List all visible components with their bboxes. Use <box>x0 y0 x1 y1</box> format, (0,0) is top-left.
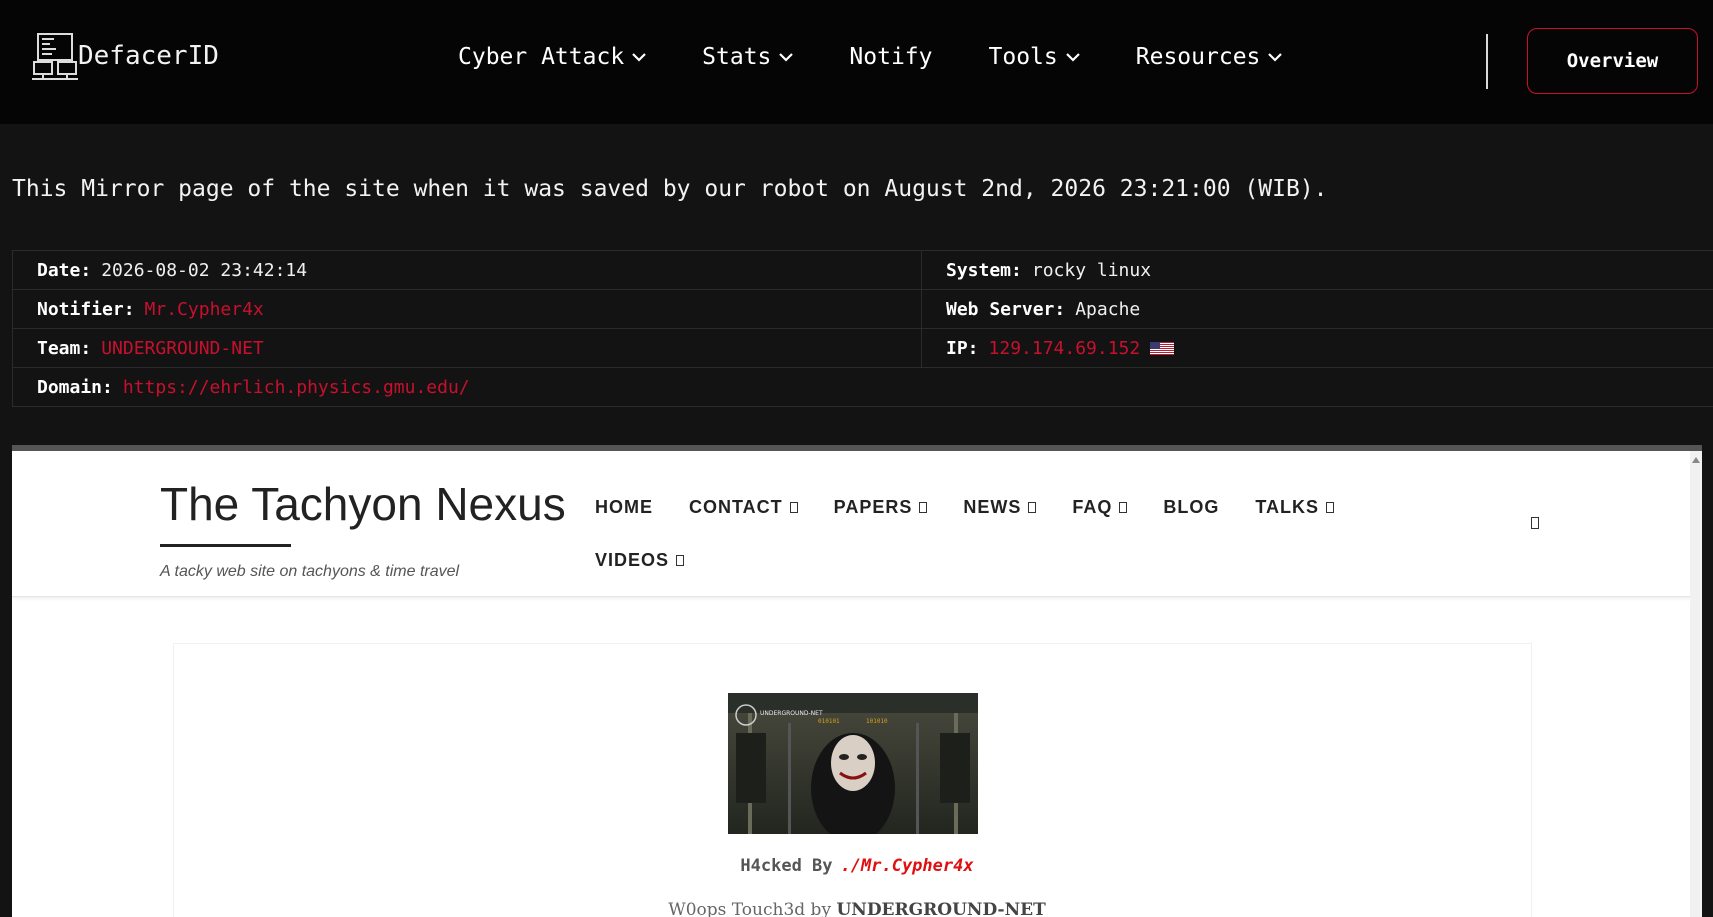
brand-logo-link[interactable]: DefacerID <box>32 32 219 80</box>
mirror-nav-label: HOME <box>595 497 653 517</box>
mirror-nav-talks[interactable]: TALKS <box>1255 497 1335 518</box>
system-value: rocky linux <box>1031 259 1152 281</box>
mirror-nav-news[interactable]: NEWS <box>963 497 1037 518</box>
hacked-by-prefix: H4cked By <box>740 856 833 876</box>
hacker-mask-image: UNDERGROUND-NET 010101 101010 <box>728 693 978 834</box>
deface-info-table: Date: 2026-08-02 23:42:14 System: rocky … <box>12 250 1713 407</box>
svg-text:UNDERGROUND-NET: UNDERGROUND-NET <box>760 710 823 717</box>
info-webserver: Web Server: Apache <box>921 290 1713 328</box>
mirror-nav-home[interactable]: HOME <box>595 497 653 518</box>
nav-item-resources[interactable]: Resources <box>1136 44 1283 70</box>
info-ip: IP: 129.174.69.152 <box>921 329 1713 367</box>
chevron-down-icon <box>632 52 646 62</box>
mirror-nav-label: BLOG <box>1163 497 1220 517</box>
mirror-site-header: The Tachyon Nexus A tacky web site on ta… <box>12 451 1702 597</box>
info-row: Domain: https://ehrlich.physics.gmu.edu/ <box>12 368 1713 407</box>
title-underline <box>160 544 291 547</box>
nav-item-label: Notify <box>849 44 933 70</box>
us-flag-icon <box>1150 341 1175 355</box>
notifier-label: Notifier: <box>37 298 135 320</box>
domain-label: Domain: <box>37 376 113 398</box>
mirror-site-title[interactable]: The Tachyon Nexus <box>160 477 566 531</box>
nav-divider <box>1486 34 1488 89</box>
mirror-nav-label: PAPERS <box>833 497 913 517</box>
mirror-nav-contact[interactable]: CONTACT <box>689 497 798 518</box>
webserver-label: Web Server: <box>946 298 1066 320</box>
svg-text:010101: 010101 <box>818 718 840 725</box>
info-domain: Domain: https://ehrlich.physics.gmu.edu/ <box>12 368 1713 406</box>
nav-item-cyber-attack[interactable]: Cyber Attack <box>458 44 646 70</box>
dropdown-glyph-icon <box>1028 502 1037 513</box>
mirror-nav-row: HOME CONTACT PAPERS NEWS FAQ BLOG TALKS <box>595 481 1395 534</box>
info-row: Date: 2026-08-02 23:42:14 System: rocky … <box>12 251 1713 290</box>
woops-prefix: W0ops Touch3d by <box>668 900 832 917</box>
mirror-nav-row: VIDEOS <box>595 534 1395 587</box>
chevron-down-icon <box>1065 52 1080 62</box>
mirror-nav-label: FAQ <box>1072 497 1113 517</box>
info-date: Date: 2026-08-02 23:42:14 <box>12 251 921 289</box>
notifier-link[interactable]: Mr.Cypher4x <box>145 299 264 320</box>
mirror-site-tagline: A tacky web site on tachyons & time trav… <box>160 563 460 580</box>
nav-item-label: Stats <box>702 44 772 70</box>
dropdown-glyph-icon <box>789 502 798 513</box>
mirror-site-nav: HOME CONTACT PAPERS NEWS FAQ BLOG TALKS VIDEOS <box>595 481 1395 587</box>
info-row: Notifier: Mr.Cypher4x Web Server: Apache <box>12 290 1713 329</box>
ip-label: IP: <box>946 337 979 359</box>
nav-item-tools[interactable]: Tools <box>989 44 1080 70</box>
main-menu: Cyber Attack Stats Notify Tools Resources <box>458 44 1338 70</box>
date-label: Date: <box>37 259 92 281</box>
nav-item-label: Tools <box>988 44 1058 70</box>
chevron-down-icon <box>779 52 794 62</box>
server-logo-icon <box>32 33 78 80</box>
ip-link[interactable]: 129.174.69.152 <box>989 338 1141 359</box>
top-navbar: DefacerID Cyber Attack Stats Notify Tools Re… <box>0 0 1713 124</box>
dropdown-glyph-icon <box>1326 502 1335 513</box>
info-row: Team: UNDERGROUND-NET IP: 129.174.69.152 <box>12 329 1713 368</box>
mirror-nav-label: TALKS <box>1255 497 1320 517</box>
nav-item-notify[interactable]: Notify <box>849 44 932 70</box>
domain-link[interactable]: https://ehrlich.physics.gmu.edu/ <box>123 377 470 398</box>
nav-item-stats[interactable]: Stats <box>702 44 794 70</box>
brand-name: DefacerID <box>78 41 219 71</box>
nav-item-label: Cyber Attack <box>458 44 625 70</box>
team-link[interactable]: UNDERGROUND-NET <box>101 338 264 359</box>
mirror-nav-videos[interactable]: VIDEOS <box>595 550 685 571</box>
info-system: System: rocky linux <box>921 251 1713 289</box>
dropdown-glyph-icon <box>919 502 928 513</box>
chevron-down-icon <box>1268 52 1283 62</box>
dropdown-glyph-icon <box>1119 502 1128 513</box>
mirror-iframe[interactable]: The Tachyon Nexus A tacky web site on ta… <box>12 445 1702 917</box>
dropdown-glyph-icon <box>676 555 685 566</box>
mirror-nav-label: NEWS <box>963 497 1022 517</box>
hacked-by-text: H4cked By ./Mr.Cypher4x <box>12 856 1702 876</box>
info-notifier: Notifier: Mr.Cypher4x <box>12 290 921 328</box>
mirror-scrollbar[interactable] <box>1690 451 1702 917</box>
mirror-nav-label: VIDEOS <box>595 550 670 570</box>
search-icon[interactable] <box>1531 517 1539 529</box>
nav-item-label: Resources <box>1135 44 1261 70</box>
svg-text:101010: 101010 <box>866 718 888 725</box>
mirror-note: This Mirror page of the site when it was… <box>12 176 1328 202</box>
mirror-nav-papers[interactable]: PAPERS <box>834 497 928 518</box>
system-label: System: <box>946 259 1022 281</box>
info-team: Team: UNDERGROUND-NET <box>12 329 921 367</box>
overview-button[interactable]: Overview <box>1527 28 1698 94</box>
woops-team: UNDERGROUND-NET <box>836 900 1046 917</box>
mirror-nav-faq[interactable]: FAQ <box>1072 497 1128 518</box>
mirror-nav-blog[interactable]: BLOG <box>1163 497 1219 518</box>
mirror-nav-label: CONTACT <box>689 497 783 517</box>
webserver-value: Apache <box>1075 298 1141 320</box>
woops-text: W0ops Touch3d by UNDERGROUND-NET <box>12 900 1702 917</box>
team-label: Team: <box>37 337 92 359</box>
scroll-up-icon[interactable] <box>1692 457 1700 463</box>
date-value: 2026-08-02 23:42:14 <box>101 259 308 281</box>
hacker-name: ./Mr.Cypher4x <box>840 856 974 876</box>
